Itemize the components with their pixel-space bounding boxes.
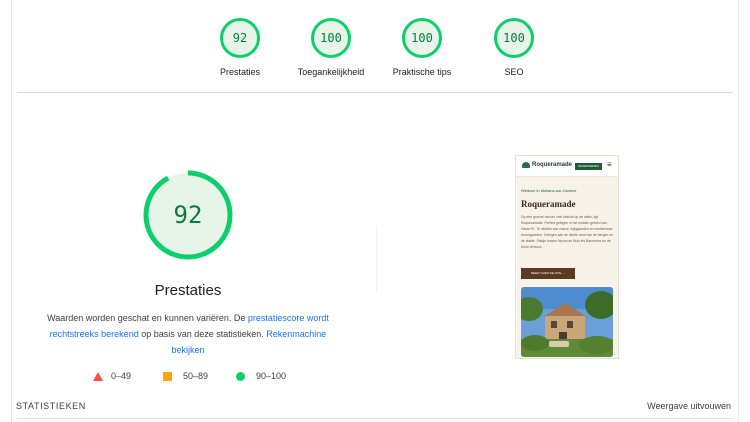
hamburger-icon: ≡ (607, 160, 612, 169)
preview-title: Roqueramade (521, 199, 576, 209)
legend-range: 0–49 (111, 371, 132, 381)
preview-cta-button: MEER OVER DE SITE → (521, 268, 575, 279)
preview-header: Roqueramade RESERVEREN ≡ (516, 156, 618, 177)
gauge-ring: 100 (494, 18, 534, 58)
triangle-icon (93, 371, 103, 381)
preview-breadcrumb: Welkom in Mollans-sur-Ouvèze (521, 188, 577, 193)
performance-title: Prestaties (154, 282, 222, 299)
performance-description: Waarden worden geschat en kunnen variëre… (38, 310, 338, 358)
square-icon (163, 371, 172, 381)
performance-score: 92 (173, 201, 203, 229)
footer-divider (17, 418, 733, 419)
legend-pass: 90–100 (236, 371, 286, 381)
page-screenshot-preview: Roqueramade RESERVEREN ≡ Welkom in Molla… (515, 155, 619, 359)
gauge-score: 100 (503, 31, 525, 45)
circle-icon (236, 371, 245, 381)
preview-house-photo (521, 287, 613, 357)
score-gauges: 92 Prestaties 100 Toegankelijkheid 100 P… (0, 0, 750, 92)
expand-view-toggle[interactable]: Weergave uitvouwen (647, 401, 731, 411)
legend-average: 50–89 (163, 371, 208, 381)
gauge-score: 100 (411, 31, 433, 45)
gauge-ring: 100 (311, 18, 351, 58)
preview-reserve-button: RESERVEREN (575, 163, 602, 170)
tree-icon (522, 162, 530, 168)
score-legend: 0–49 50–89 90–100 (0, 371, 376, 383)
legend-fail: 0–49 (93, 371, 131, 381)
preview-logo: Roqueramade (522, 162, 572, 168)
gauge-ring: 100 (402, 18, 442, 58)
gauge-score: 100 (320, 31, 342, 45)
desc-mid: op basis van deze statistieken. (138, 329, 267, 339)
preview-logo-text: Roqueramade (532, 162, 573, 168)
gauge-ring: 92 (220, 18, 260, 58)
column-separator (376, 226, 377, 292)
performance-gauge: 92 (142, 169, 234, 261)
header-divider (17, 92, 733, 93)
preview-body: Op een groene heuvel, met uitzicht op de… (521, 215, 613, 249)
house-photo-image (521, 287, 613, 357)
gauge-seo[interactable]: 100 SEO (459, 18, 569, 77)
legend-range: 50–89 (183, 371, 209, 381)
desc-prefix: Waarden worden geschat en kunnen variëre… (47, 313, 248, 323)
statistics-section-label: STATISTIEKEN (16, 401, 86, 411)
legend-range: 90–100 (256, 371, 287, 381)
gauge-score: 92 (232, 31, 248, 45)
gauge-label: SEO (504, 67, 524, 77)
